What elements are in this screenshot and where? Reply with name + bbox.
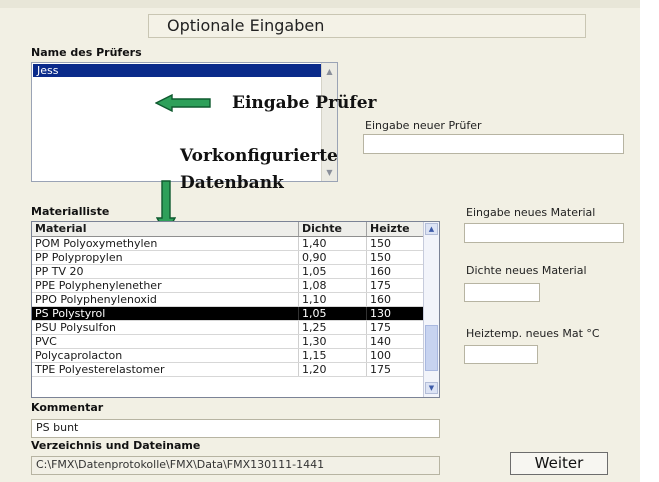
cell-heat: 150 — [370, 251, 391, 264]
dialog-panel: Optionale Eingaben Name des Prüfers Jess… — [0, 0, 640, 482]
scroll-down-icon[interactable]: ▼ — [425, 382, 438, 394]
cell-material: POM Polyoxymethylen — [32, 237, 299, 250]
cell-density: 1,20 — [299, 363, 367, 376]
cell-material: TPE Polyesterelastomer — [32, 363, 299, 376]
cell-heat: 175 — [370, 363, 391, 376]
new-heat-input[interactable] — [464, 345, 538, 364]
comment-label: Kommentar — [31, 401, 104, 414]
scroll-thumb[interactable] — [425, 325, 438, 371]
column-density[interactable]: Dichte — [299, 222, 367, 236]
examiner-item-selected[interactable]: Jess — [33, 64, 321, 77]
scroll-up-icon[interactable]: ▲ — [323, 65, 336, 78]
cell-material: PS Polystyrol — [32, 307, 299, 320]
cell-material: PPO Polyphenylenoxid — [32, 293, 299, 306]
new-examiner-input[interactable] — [363, 134, 624, 154]
table-row[interactable]: PPO Polyphenylenoxid 1,10 160 — [32, 293, 424, 307]
comment-input[interactable]: PS bunt — [31, 419, 440, 438]
weiter-button[interactable]: Weiter — [510, 452, 608, 475]
column-material[interactable]: Material — [32, 222, 299, 236]
cell-density: 1,05 — [299, 307, 367, 320]
cell-density: 1,08 — [299, 279, 367, 292]
examiner-label: Name des Prüfers — [31, 46, 142, 59]
new-density-label: Dichte neues Material — [466, 264, 587, 277]
comment-value: PS bunt — [36, 421, 79, 434]
scroll-down-icon[interactable]: ▼ — [323, 166, 336, 179]
directory-field: C:\FMX\Datenprotokolle\FMX\Data\FMX13011… — [31, 456, 440, 475]
annotation-database-line2: Datenbank — [180, 173, 284, 193]
cell-heat: 150 — [370, 237, 391, 250]
material-scrollbar[interactable]: ▲ ▼ — [423, 222, 439, 397]
annotation-examiner: Eingabe Prüfer — [232, 93, 377, 113]
material-table-header: Material Dichte Heizte — [32, 222, 424, 237]
cell-density: 1,40 — [299, 237, 367, 250]
new-heat-label: Heiztemp. neues Mat °C — [466, 327, 600, 340]
directory-value: C:\FMX\Datenprotokolle\FMX\Data\FMX13011… — [36, 458, 325, 471]
table-row[interactable]: PSU Polysulfon 1,25 175 — [32, 321, 424, 335]
table-row[interactable]: POM Polyoxymethylen 1,40 150 — [32, 237, 424, 251]
new-examiner-label: Eingabe neuer Prüfer — [365, 119, 482, 132]
page-title: Optionale Eingaben — [167, 16, 325, 35]
cell-heat: 175 — [370, 321, 391, 334]
cell-heat: 100 — [370, 349, 391, 362]
cell-material: PP TV 20 — [32, 265, 299, 278]
title-box: Optionale Eingaben — [148, 14, 586, 38]
cell-material: PPE Polyphenylenether — [32, 279, 299, 292]
cell-density: 0,90 — [299, 251, 367, 264]
scroll-up-icon[interactable]: ▲ — [425, 223, 438, 235]
panel-top-bar — [0, 0, 640, 8]
new-material-input[interactable] — [464, 223, 624, 243]
table-row[interactable]: TPE Polyesterelastomer 1,20 175 — [32, 363, 424, 377]
cell-material: PVC — [32, 335, 299, 348]
cell-heat: 160 — [370, 293, 391, 306]
new-density-input[interactable] — [464, 283, 540, 302]
table-row[interactable]: PPE Polyphenylenether 1,08 175 — [32, 279, 424, 293]
cell-material: PSU Polysulfon — [32, 321, 299, 334]
material-list-label: Materialliste — [31, 205, 110, 218]
cell-density: 1,10 — [299, 293, 367, 306]
cell-heat: 175 — [370, 279, 391, 292]
table-row[interactable]: PVC 1,30 140 — [32, 335, 424, 349]
annotation-database-line1: Vorkonfigurierte — [180, 146, 338, 166]
column-heat[interactable]: Heizte — [367, 222, 424, 236]
cell-material: PP Polypropylen — [32, 251, 299, 264]
cell-heat: 130 — [370, 307, 391, 320]
cell-heat: 160 — [370, 265, 391, 278]
material-table[interactable]: Material Dichte Heizte POM Polyoxymethyl… — [31, 221, 440, 398]
cell-density: 1,15 — [299, 349, 367, 362]
new-material-label: Eingabe neues Material — [466, 206, 596, 219]
cell-material: Polycaprolacton — [32, 349, 299, 362]
table-row[interactable]: PP Polypropylen 0,90 150 — [32, 251, 424, 265]
cell-density: 1,25 — [299, 321, 367, 334]
cell-density: 1,30 — [299, 335, 367, 348]
table-row[interactable]: PP TV 20 1,05 160 — [32, 265, 424, 279]
cell-density: 1,05 — [299, 265, 367, 278]
cell-heat: 140 — [370, 335, 391, 348]
left-arrow-icon — [155, 94, 211, 112]
table-row[interactable]: Polycaprolacton 1,15 100 — [32, 349, 424, 363]
table-row-selected[interactable]: PS Polystyrol 1,05 130 — [32, 307, 424, 321]
directory-label: Verzeichnis und Dateiname — [31, 439, 201, 452]
